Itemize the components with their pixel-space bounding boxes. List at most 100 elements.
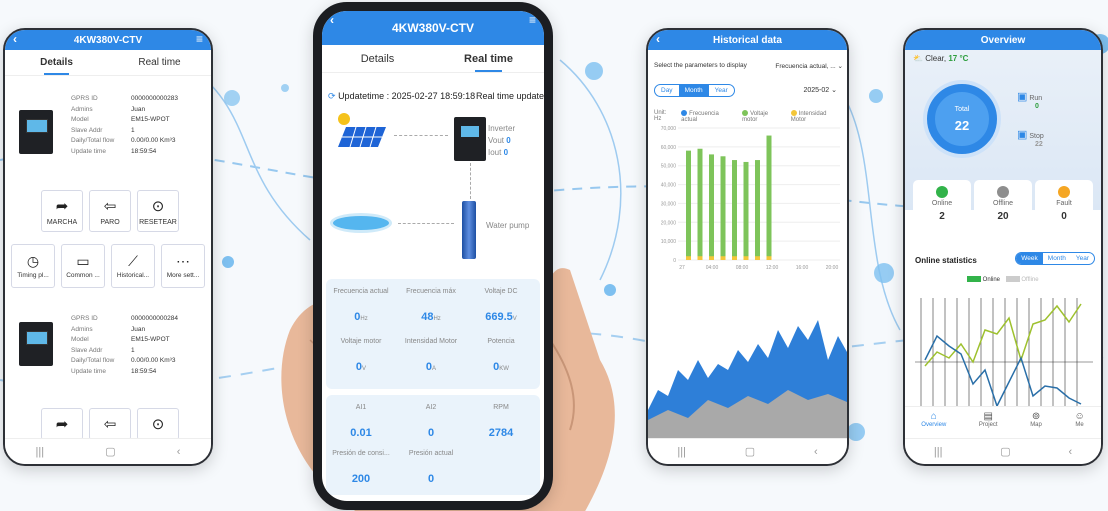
tab-details[interactable]: Details <box>322 45 433 72</box>
tab-project[interactable]: ▤ Project <box>979 407 998 438</box>
system-nav-bar: ||| ▢ ‹ <box>5 438 211 464</box>
online-icon <box>936 186 948 198</box>
back-icon[interactable]: ‹ <box>330 13 334 27</box>
device-icon: ▣ <box>1017 129 1028 141</box>
tab-realtime[interactable]: Real time <box>433 45 544 72</box>
x-tick-label: 27 <box>679 265 685 271</box>
tab-realtime[interactable]: Real time <box>108 50 211 75</box>
offline-stat[interactable]: Offline 20 <box>974 180 1032 240</box>
menu-icon[interactable]: ≡ <box>196 32 203 46</box>
bar-voltaje-motor <box>743 161 749 260</box>
more-settings-button[interactable]: ⋯ More sett... <box>161 244 205 288</box>
period-segmented-control: Day Month Year <box>654 84 735 97</box>
historical-button[interactable]: ⟋ Historical... <box>111 244 155 288</box>
home-icon[interactable]: ▢ <box>105 445 115 458</box>
reading-cell: Voltaje motor 0V <box>340 338 382 373</box>
more-dots-icon: ⋯ <box>176 253 190 269</box>
realtime-update-toggle[interactable]: Real time update <box>476 91 544 102</box>
offline-icon <box>997 186 1009 198</box>
phone-overview: Overview ⛅ Clear, 17 °C Total 22 ▣ Run 0 … <box>903 28 1103 466</box>
y-tick-label: 40,000 <box>661 183 677 189</box>
bar-voltaje-motor <box>755 160 760 260</box>
seg-year[interactable]: Year <box>709 85 734 96</box>
water-pump-label: Water pump <box>486 221 530 230</box>
back-arrow-icon: ⇦ <box>103 198 117 215</box>
x-tick-label: 04:00 <box>706 265 719 271</box>
bar-intensidad-motor <box>686 256 691 260</box>
back-nav-icon[interactable]: ‹ <box>1068 446 1072 458</box>
bar-intensidad-motor <box>755 256 760 260</box>
y-tick-label: 30,000 <box>661 201 677 207</box>
update-row: ⟳ Updatetime : 2025-02-27 18:59:18 Real … <box>328 91 544 102</box>
recent-apps-icon[interactable]: ||| <box>934 446 943 458</box>
recent-apps-icon[interactable]: ||| <box>677 446 686 458</box>
page-title: Overview <box>980 34 1026 46</box>
resetear-button[interactable]: ⊙ RESETEAR <box>137 190 179 232</box>
y-tick-label: 70,000 <box>661 126 677 132</box>
back-nav-icon[interactable]: ‹ <box>814 446 818 458</box>
bar-intensidad-motor <box>709 256 714 260</box>
folder-icon: ▤ <box>983 411 993 422</box>
line-chart-icon: ⟋ <box>128 253 138 269</box>
online-statistics-title: Online statistics <box>915 256 977 265</box>
phone-realtime: ‹ 4KW380V-CTV ≡ Details Real time ⟳ Upda… <box>313 2 553 510</box>
bar-voltaje-motor <box>709 154 714 260</box>
common-button[interactable]: ▭ Common ... <box>61 244 105 288</box>
paro-button[interactable]: ⇦ <box>89 408 131 440</box>
chevron-down-icon: ⌄ <box>837 63 843 70</box>
page-title: 4KW380V-CTV <box>391 21 475 35</box>
tab-overview[interactable]: ⌂ Overview <box>921 407 946 438</box>
reading-cell: Intensidad Motor 0A <box>404 338 458 373</box>
marcha-button[interactable]: ➦ MARCHA <box>41 190 83 232</box>
home-icon[interactable]: ▢ <box>1000 445 1010 458</box>
recent-apps-icon[interactable]: ||| <box>36 446 45 458</box>
inverter-image <box>19 110 53 154</box>
user-icon: ☺ <box>1074 411 1085 422</box>
forward-arrow-icon: ➦ <box>55 198 69 215</box>
back-icon[interactable]: ‹ <box>656 32 660 46</box>
back-icon[interactable]: ‹ <box>13 32 17 46</box>
tab-map[interactable]: ⊚ Map <box>1030 407 1042 438</box>
inverter-image <box>19 322 53 366</box>
resetear-button[interactable]: ⊙ <box>137 408 179 440</box>
total-ring: Total 22 <box>927 84 997 154</box>
timing-plan-button[interactable]: ◷ Timing pl... <box>11 244 55 288</box>
app-header: Overview <box>905 30 1101 50</box>
seg-day[interactable]: Day <box>655 85 679 96</box>
bar-voltaje-motor <box>766 135 772 260</box>
app-header: ‹ 4KW380V-CTV ≡ <box>322 11 544 45</box>
phone-historical-data: ‹ Historical data Select the parameters … <box>646 28 849 466</box>
system-nav-bar: ||| ▢ ‹ <box>648 438 847 464</box>
water-pump-icon <box>462 201 476 259</box>
tab-bar: Details Real time <box>322 45 544 73</box>
y-tick-label: 20,000 <box>661 220 677 226</box>
stop-stat: ▣ Stop 22 <box>1017 129 1044 148</box>
run-stat: ▣ Run 0 <box>1017 91 1043 110</box>
tab-details[interactable]: Details <box>5 50 108 75</box>
bottom-tab-bar: ⌂ Overview ▤ Project ⊚ Map ☺ Me <box>905 406 1101 438</box>
device-info: GPRS ID 0000000000284 Admins Juan Model EM1… <box>71 315 178 375</box>
marcha-button[interactable]: ➦ <box>41 408 83 440</box>
online-line-chart <box>915 298 1093 408</box>
seg-year[interactable]: Year <box>1071 253 1094 264</box>
home-icon: ⌂ <box>930 411 937 422</box>
seg-month[interactable]: Month <box>1043 253 1071 264</box>
date-picker[interactable]: 2025-02 ⌄ <box>803 86 837 94</box>
home-icon[interactable]: ▢ <box>745 445 755 458</box>
y-tick-label: 60,000 <box>661 145 677 151</box>
app-header: ‹ 4KW380V-CTV ≡ <box>5 30 211 50</box>
online-stat[interactable]: Online 2 <box>913 180 971 240</box>
refresh-icon[interactable]: ⟳ <box>328 91 336 101</box>
reading-cell: Presión actual 0 <box>408 450 454 485</box>
seg-week[interactable]: Week <box>1016 253 1043 264</box>
menu-icon[interactable]: ≡ <box>529 13 536 27</box>
map-pin-icon: ⊚ <box>1031 411 1041 422</box>
paro-button[interactable]: ⇦ PARO <box>89 190 131 232</box>
parameter-selector[interactable]: Select the parameters to display Frecuen… <box>654 62 843 70</box>
fault-stat[interactable]: Fault 0 <box>1035 180 1093 240</box>
back-nav-icon[interactable]: ‹ <box>177 446 181 458</box>
tab-me[interactable]: ☺ Me <box>1074 407 1084 438</box>
stop-circle-icon: ⊙ <box>151 416 165 433</box>
device-icon: ▣ <box>1017 91 1028 103</box>
seg-month[interactable]: Month <box>678 85 709 96</box>
